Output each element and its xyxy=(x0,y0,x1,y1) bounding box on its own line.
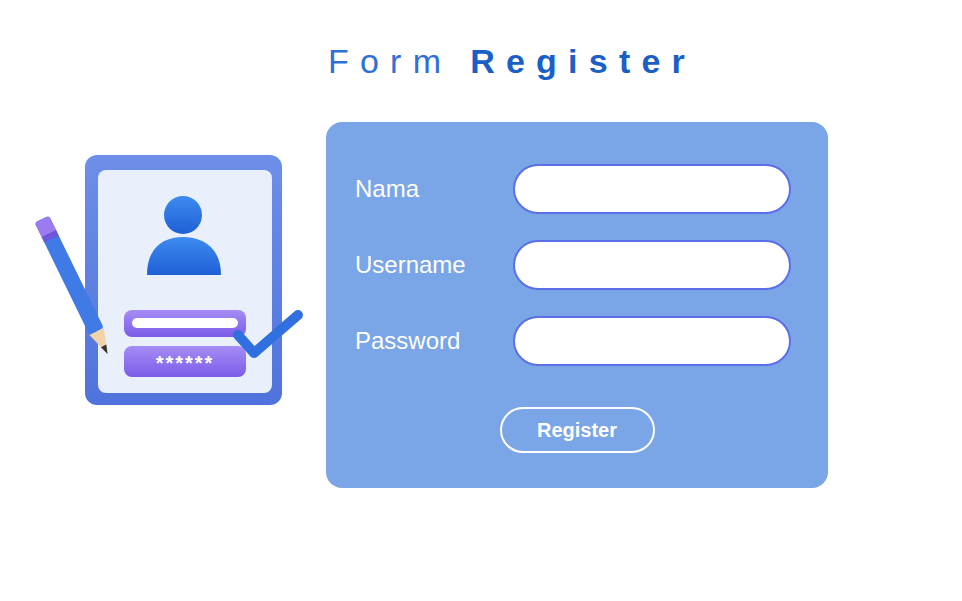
register-illustration-icon: ****** xyxy=(30,155,305,405)
text-input[interactable] xyxy=(513,240,791,290)
field-label: Password xyxy=(355,326,513,356)
title-bold: Register xyxy=(470,42,696,80)
register-button[interactable]: Register xyxy=(500,407,655,453)
title-row: Form Register xyxy=(0,0,962,78)
button-row: Register xyxy=(355,407,828,453)
page-title: Form Register xyxy=(328,44,962,78)
field-label: Username xyxy=(355,250,513,280)
field-row: Password xyxy=(355,316,828,366)
content-row: ****** Nama Username Password Register xyxy=(0,122,962,488)
field-list: Nama Username Password xyxy=(355,164,828,366)
text-input[interactable] xyxy=(513,316,791,366)
page: Form Register xyxy=(0,0,962,601)
password-mask: ****** xyxy=(156,352,215,374)
field-row: Nama xyxy=(355,164,828,214)
register-card: Nama Username Password Register xyxy=(326,122,828,488)
text-input[interactable] xyxy=(513,164,791,214)
field-row: Username xyxy=(355,240,828,290)
field-label: Nama xyxy=(355,174,513,204)
title-light: Form xyxy=(328,42,452,80)
